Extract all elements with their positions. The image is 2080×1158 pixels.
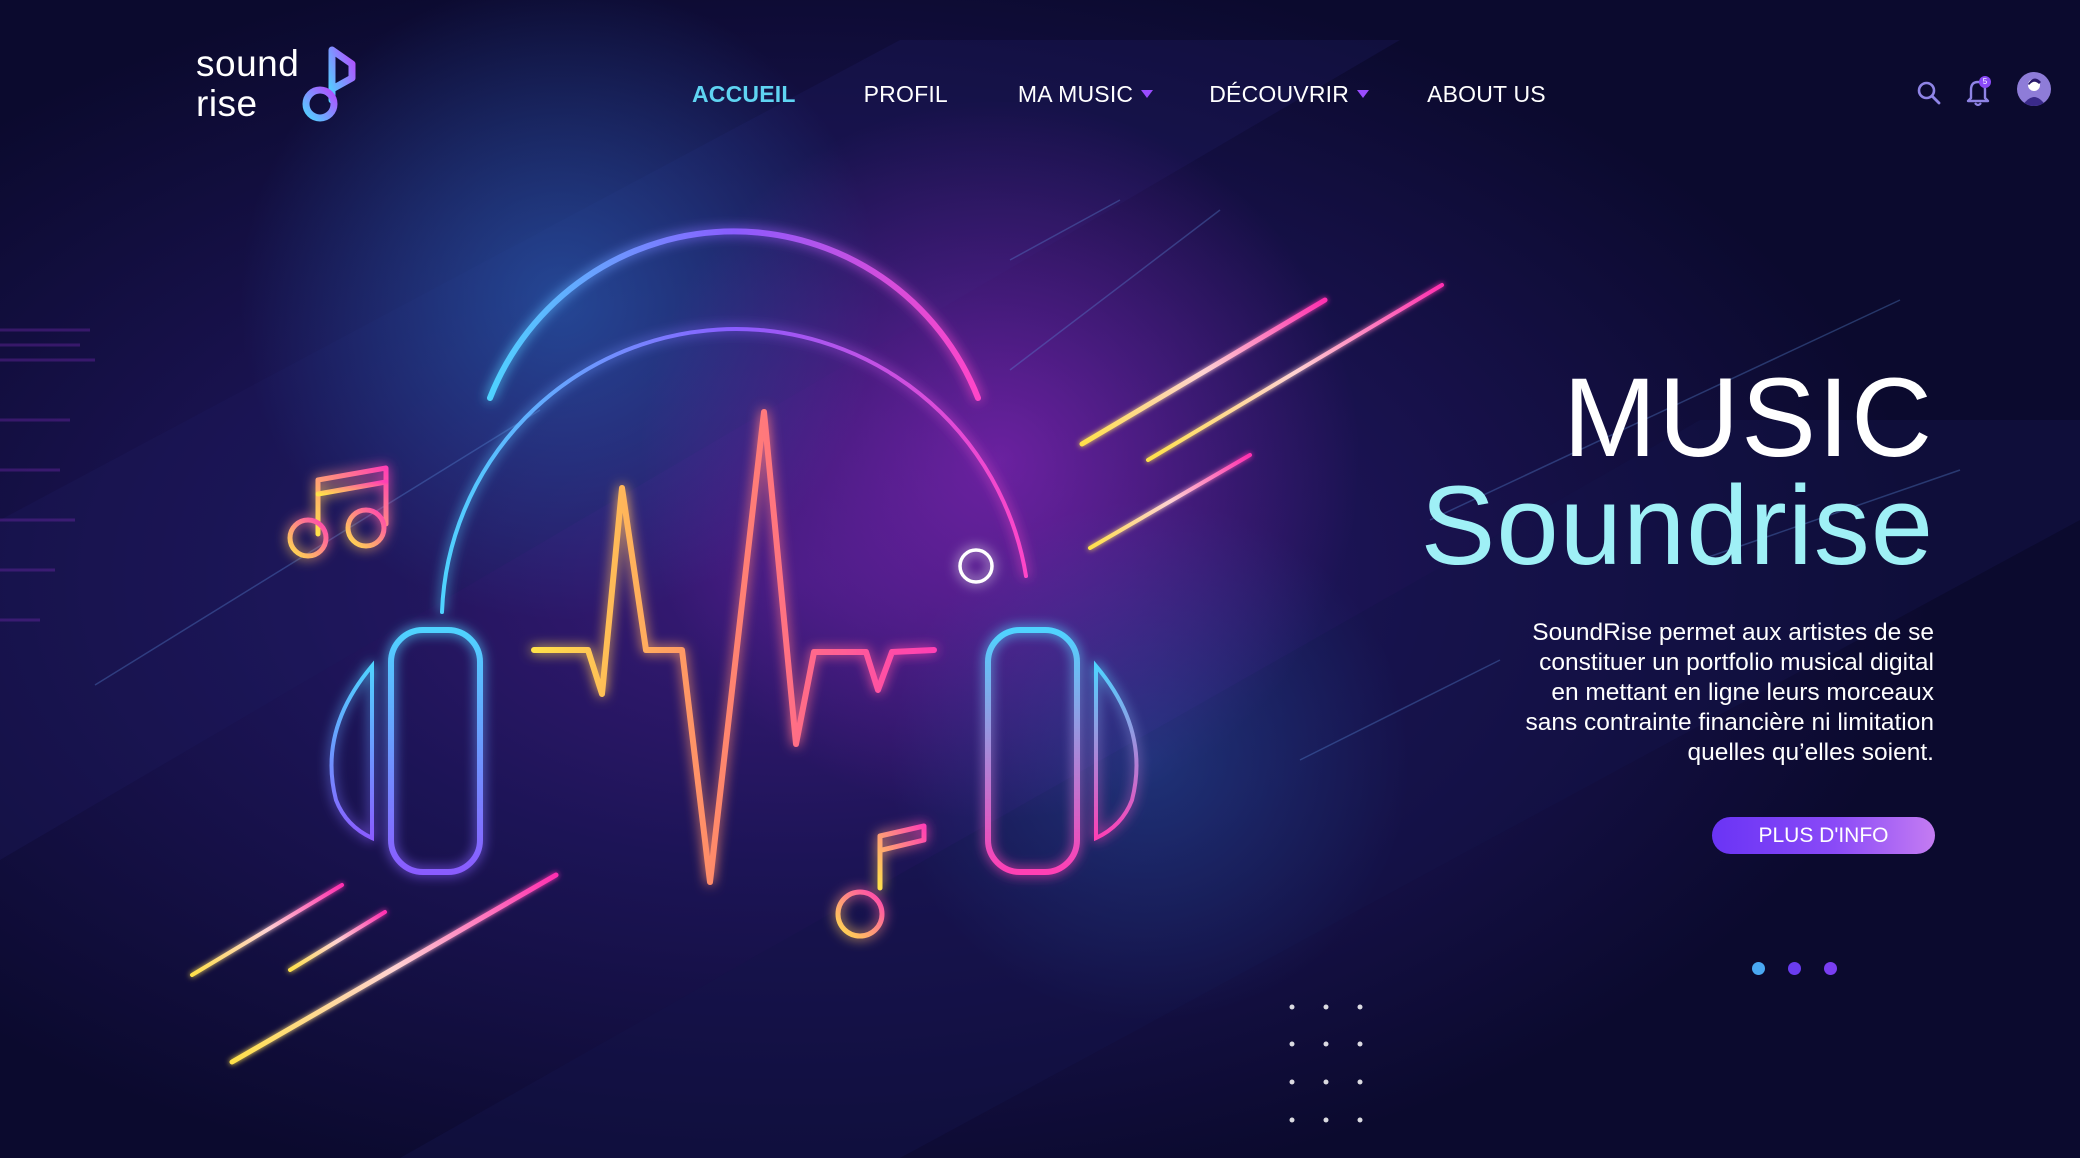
logo[interactable]: sound rise [196,44,376,130]
nav-about-us-label: ABOUT US [1427,80,1546,107]
notification-button[interactable]: 5 [1964,76,1996,108]
nav-accueil-label: ACCUEIL [692,80,796,107]
carousel-dot-3[interactable] [1824,962,1837,975]
hero-description-line: quelles qu’elles soient. [1687,739,1934,766]
hero-description: SoundRise permet aux artistes de se cons… [1414,618,1934,768]
carousel-dot-2[interactable] [1788,962,1801,975]
nav-profil[interactable]: PROFIL [864,81,948,108]
logo-text: sound rise [196,44,299,124]
caret-down-icon [1357,90,1370,98]
nav-about-us[interactable]: ABOUT US [1427,81,1546,108]
hero-description-line: constituer un portfolio musical digital [1539,649,1934,676]
nav-profil-label: PROFIL [863,80,948,107]
caret-down-icon [1141,90,1154,98]
avatar-icon [2022,78,2046,106]
main-nav: ACCUEIL PROFIL MA MUSIC DÉCOUVRIR ABOUT … [692,74,1546,114]
hero-title-line-2: Soundrise [1420,463,1934,588]
hero-title-line-1: MUSIC [1563,355,1934,480]
plus-d-info-button[interactable]: PLUS D'INFO [1712,817,1935,854]
logo-line-2: rise [196,83,258,124]
nav-accueil[interactable]: ACCUEIL [692,81,796,108]
search-icon[interactable] [1916,80,1942,106]
nav-ma-music[interactable]: MA MUSIC [1017,80,1154,108]
logo-line-1: sound [196,43,300,84]
carousel-dots [1752,962,1860,975]
carousel-dot-1[interactable] [1752,962,1765,975]
nav-ma-music-label: MA MUSIC [1017,80,1134,107]
nav-decouvrir-label: DÉCOUVRIR [1209,80,1350,107]
nav-decouvrir[interactable]: DÉCOUVRIR [1209,80,1370,108]
hero-description-line: SoundRise permet aux artistes de se [1532,619,1934,646]
hero-title: MUSIC Soundrise [1421,362,1934,582]
notification-badge: 5 [1979,76,1991,88]
avatar[interactable] [2017,72,2051,106]
music-note-logo-icon [302,46,356,122]
notification-count: 5 [1982,77,1988,86]
hero-description-line: sans contrainte financière ni limitation [1525,709,1934,736]
hero-description-line: en mettant en ligne leurs morceaux [1551,679,1934,706]
